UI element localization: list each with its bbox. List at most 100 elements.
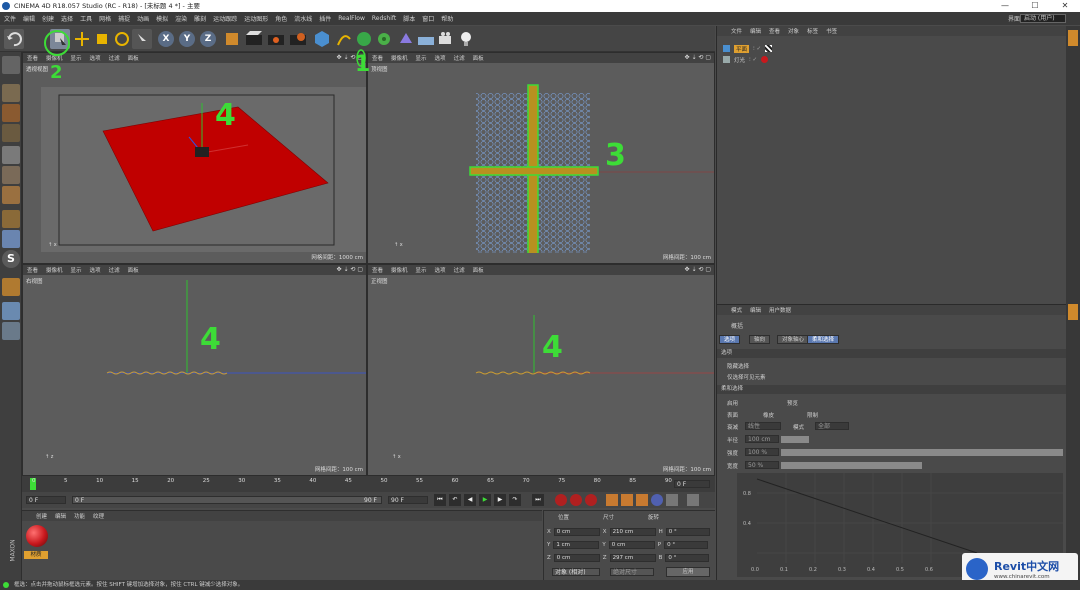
menu-create[interactable]: 创建 bbox=[42, 14, 54, 23]
rotate-icon[interactable] bbox=[112, 29, 132, 49]
tab-options[interactable]: 选项 bbox=[719, 335, 741, 344]
menu-sculpt[interactable]: 雕刻 bbox=[194, 14, 206, 23]
vp-menu-view[interactable]: 查看 bbox=[372, 54, 383, 62]
radius-slider[interactable] bbox=[781, 436, 809, 443]
prev-key-icon[interactable]: ↶ bbox=[449, 494, 461, 506]
key-scale-icon[interactable] bbox=[621, 494, 633, 506]
vp-menu-filter[interactable]: 过滤 bbox=[454, 266, 465, 274]
menu-pipeline[interactable]: 流水线 bbox=[294, 14, 312, 23]
size-x-field[interactable]: 210 cm bbox=[609, 528, 656, 536]
width-slider[interactable] bbox=[781, 462, 922, 469]
attr-menu-mode[interactable]: 模式 bbox=[731, 306, 742, 314]
menu-script[interactable]: 脚本 bbox=[403, 14, 415, 23]
menu-edit[interactable]: 编辑 bbox=[23, 14, 35, 23]
play-icon[interactable]: ▶ bbox=[479, 494, 491, 506]
vp-menu-panel[interactable]: 面板 bbox=[473, 54, 484, 62]
attr-enable[interactable]: 启用 bbox=[727, 399, 738, 407]
timeline-ruler[interactable]: 0 5 10 15 20 25 30 35 40 45 50 55 60 65 70 75 80 85 90 0 F bbox=[22, 476, 715, 492]
vp-menu-display[interactable]: 显示 bbox=[71, 266, 82, 274]
vp-menu-display[interactable]: 显示 bbox=[416, 266, 427, 274]
menu-window[interactable]: 窗口 bbox=[422, 14, 434, 23]
menu-help[interactable]: 帮助 bbox=[441, 14, 453, 23]
position-z-field[interactable]: 0 cm bbox=[553, 554, 600, 562]
mat-menu-function[interactable]: 功能 bbox=[74, 512, 85, 520]
recent-tools-icon[interactable] bbox=[132, 29, 152, 49]
viewport-perspective[interactable]: 查看 摄像机 显示 选项 过滤 面板 ✥ ⇣ ⟲ ▢ 透视视图 ↑ x 网格间距… bbox=[22, 52, 367, 264]
vp-menu-view[interactable]: 查看 bbox=[27, 266, 38, 274]
array-icon[interactable] bbox=[374, 29, 394, 49]
make-editable-icon[interactable] bbox=[2, 56, 20, 74]
menu-redshift[interactable]: Redshift bbox=[372, 15, 396, 22]
tab-soft-selection[interactable]: 柔和选择 bbox=[807, 335, 840, 344]
section-options[interactable]: 选项 bbox=[717, 349, 1067, 358]
menu-tools[interactable]: 工具 bbox=[80, 14, 92, 23]
radius-field[interactable]: 100 cm bbox=[745, 435, 779, 443]
render-settings-icon[interactable] bbox=[288, 29, 308, 49]
visibility-icon[interactable]: ⁝ ✓ bbox=[749, 57, 757, 63]
menu-render[interactable]: 渲染 bbox=[175, 14, 187, 23]
vp-menu-display[interactable]: 显示 bbox=[416, 54, 427, 62]
menu-file[interactable]: 文件 bbox=[4, 14, 16, 23]
model-mode-icon[interactable] bbox=[2, 84, 20, 102]
menu-mograph[interactable]: 运动图形 bbox=[244, 14, 268, 23]
vp-menu-filter[interactable]: 过滤 bbox=[454, 54, 465, 62]
x-axis-lock-icon[interactable]: X bbox=[158, 31, 174, 47]
enable-axis-icon[interactable] bbox=[2, 210, 20, 228]
go-to-start-icon[interactable]: ⏮ bbox=[434, 494, 446, 506]
viewport-nav-icon[interactable]: ✥ ⇣ ⟲ ▢ bbox=[337, 266, 363, 273]
texture-mode-icon[interactable] bbox=[2, 104, 20, 122]
tab-axis[interactable]: 轴向 bbox=[749, 335, 771, 344]
position-x-field[interactable]: 0 cm bbox=[553, 528, 600, 536]
vp-menu-panel[interactable]: 面板 bbox=[473, 266, 484, 274]
current-frame-field[interactable]: 0 F bbox=[674, 480, 710, 488]
attr-surface[interactable]: 表面 bbox=[727, 411, 738, 419]
vp-menu-cameras[interactable]: 摄像机 bbox=[46, 266, 63, 274]
mat-menu-create[interactable]: 创建 bbox=[36, 512, 47, 520]
frame-range-slider[interactable]: 0 F 90 F bbox=[72, 496, 382, 504]
attr-restrict[interactable]: 限制 bbox=[807, 411, 818, 419]
mat-menu-edit[interactable]: 编辑 bbox=[55, 512, 66, 520]
light-icon[interactable] bbox=[456, 29, 476, 49]
record-icon[interactable] bbox=[555, 494, 567, 506]
render-view-icon[interactable] bbox=[244, 29, 264, 49]
attr-menu-edit[interactable]: 编辑 bbox=[750, 306, 761, 314]
cube-icon[interactable] bbox=[312, 29, 332, 49]
visibility-icon[interactable]: ⁝ ✓ bbox=[753, 46, 761, 52]
key-rotation-icon[interactable] bbox=[636, 494, 648, 506]
vp-menu-panel[interactable]: 面板 bbox=[128, 266, 139, 274]
mat-menu-texture[interactable]: 纹理 bbox=[93, 512, 104, 520]
minimize-button[interactable]: — bbox=[990, 0, 1020, 12]
position-y-field[interactable]: 1 cm bbox=[553, 541, 600, 549]
apply-button[interactable]: 应用 bbox=[666, 567, 710, 577]
coord-mode-select[interactable]: 对象 (相对) bbox=[552, 568, 600, 576]
end-frame-field[interactable]: 90 F bbox=[388, 496, 428, 504]
object-name[interactable]: 灯光 bbox=[734, 56, 745, 64]
viewport-right[interactable]: 查看 摄像机 显示 选项 过滤 面板 ✥ ⇣ ⟲ ▢ 右视图 ↑ z 网格间距：… bbox=[22, 264, 367, 476]
prev-frame-icon[interactable]: ◀ bbox=[464, 494, 476, 506]
y-axis-lock-icon[interactable]: Y bbox=[179, 31, 195, 47]
viewport-nav-icon[interactable]: ✥ ⇣ ⟲ ▢ bbox=[685, 266, 711, 273]
texture-tag-icon[interactable] bbox=[765, 45, 773, 52]
edges-mode-icon[interactable] bbox=[2, 166, 20, 184]
obj-menu-tags[interactable]: 标签 bbox=[807, 27, 818, 35]
vp-menu-cameras[interactable]: 摄像机 bbox=[391, 266, 408, 274]
width-field[interactable]: 50 % bbox=[745, 461, 779, 469]
vp-menu-cameras[interactable]: 摄像机 bbox=[391, 54, 408, 62]
vp-menu-display[interactable]: 显示 bbox=[71, 54, 82, 62]
next-frame-icon[interactable]: ▶ bbox=[494, 494, 506, 506]
side-tab-attributes[interactable] bbox=[1068, 304, 1078, 320]
timeline-window-icon[interactable] bbox=[687, 494, 699, 506]
vp-menu-options[interactable]: 选项 bbox=[90, 54, 101, 62]
key-pla-icon[interactable] bbox=[666, 494, 678, 506]
side-tab-objects[interactable] bbox=[1068, 30, 1078, 46]
vp-menu-options[interactable]: 选项 bbox=[90, 266, 101, 274]
viewport-nav-icon[interactable]: ✥ ⇣ ⟲ ▢ bbox=[685, 54, 711, 61]
floor-icon[interactable] bbox=[416, 29, 436, 49]
auto-key-icon[interactable] bbox=[570, 494, 582, 506]
start-frame-field[interactable]: 0 F bbox=[26, 496, 66, 504]
size-y-field[interactable]: 0 cm bbox=[608, 541, 655, 549]
menu-character[interactable]: 角色 bbox=[275, 14, 287, 23]
menu-snap[interactable]: 捕捉 bbox=[118, 14, 130, 23]
key-position-icon[interactable] bbox=[606, 494, 618, 506]
polygons-mode-icon[interactable] bbox=[2, 186, 20, 204]
